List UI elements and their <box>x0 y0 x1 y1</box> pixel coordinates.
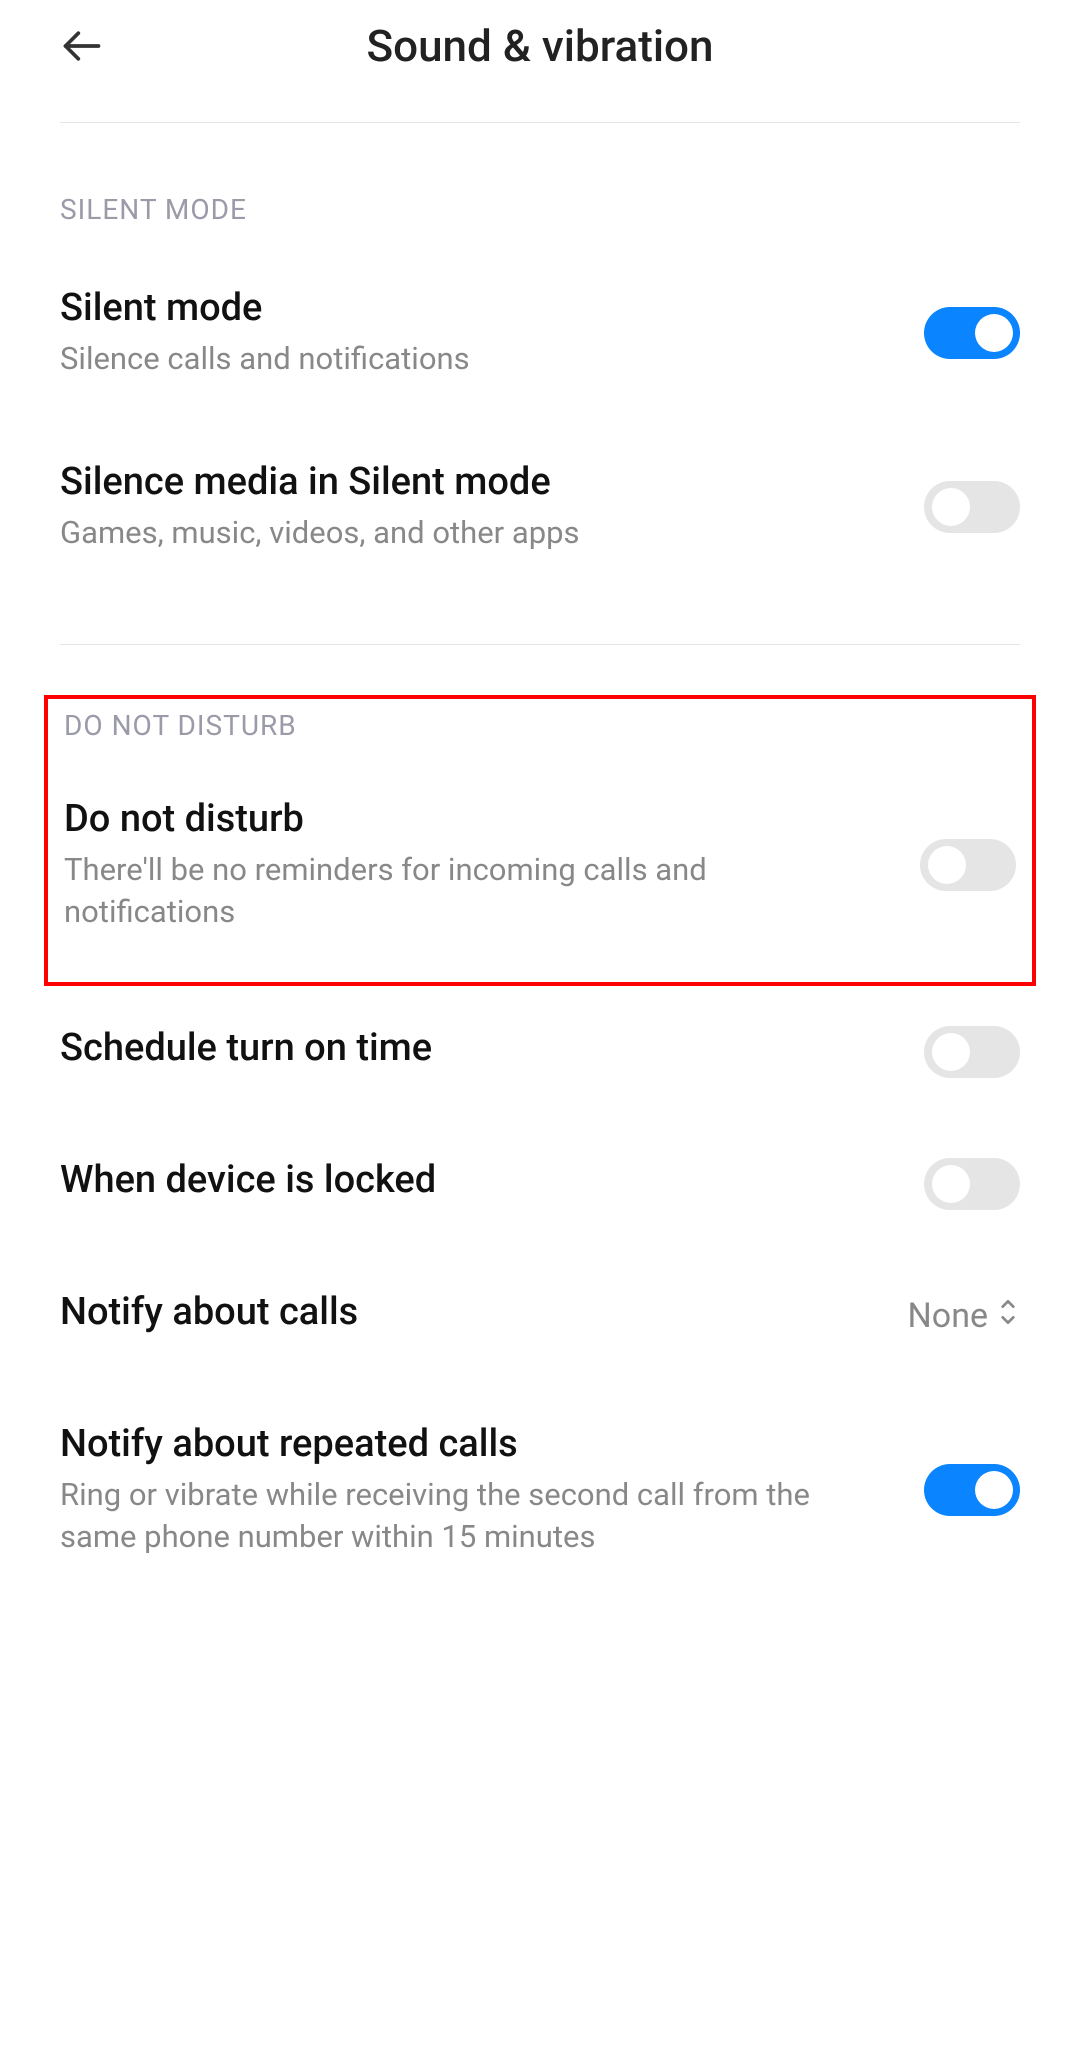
notify-calls-title: Notify about calls <box>60 1290 868 1334</box>
silent-mode-subtitle: Silence calls and notifications <box>60 338 884 380</box>
silence-media-row[interactable]: Silence media in Silent mode Games, musi… <box>0 420 1080 594</box>
page-title: Sound & vibration <box>60 20 1020 72</box>
locked-row[interactable]: When device is locked <box>0 1118 1080 1250</box>
schedule-text: Schedule turn on time <box>60 1026 924 1078</box>
repeated-calls-subtitle: Ring or vibrate while receiving the seco… <box>60 1474 884 1558</box>
do-not-disturb-title: Do not disturb <box>64 797 880 841</box>
arrow-left-icon <box>60 24 104 68</box>
silent-mode-row[interactable]: Silent mode Silence calls and notificati… <box>0 246 1080 420</box>
toggle-knob <box>975 314 1013 352</box>
locked-text: When device is locked <box>60 1158 924 1210</box>
notify-calls-value-container: None <box>908 1296 1020 1337</box>
silence-media-text: Silence media in Silent mode Games, musi… <box>60 460 924 554</box>
silent-mode-toggle[interactable] <box>924 307 1020 359</box>
locked-toggle[interactable] <box>924 1158 1020 1210</box>
silence-media-toggle[interactable] <box>924 481 1020 533</box>
silent-mode-section-header: SILENT MODE <box>0 123 1080 246</box>
silent-mode-text: Silent mode Silence calls and notificati… <box>60 286 924 380</box>
repeated-calls-row[interactable]: Notify about repeated calls Ring or vibr… <box>0 1382 1080 1598</box>
do-not-disturb-text: Do not disturb There'll be no reminders … <box>64 797 920 933</box>
silence-media-title: Silence media in Silent mode <box>60 460 884 504</box>
repeated-calls-title: Notify about repeated calls <box>60 1422 884 1466</box>
schedule-title: Schedule turn on time <box>60 1026 884 1070</box>
header-bar: Sound & vibration <box>0 0 1080 102</box>
repeated-calls-text: Notify about repeated calls Ring or vibr… <box>60 1422 924 1558</box>
notify-calls-text: Notify about calls <box>60 1290 908 1342</box>
toggle-knob <box>975 1471 1013 1509</box>
schedule-toggle[interactable] <box>924 1026 1020 1078</box>
silence-media-subtitle: Games, music, videos, and other apps <box>60 512 884 554</box>
dnd-section-header: DO NOT DISTURB <box>48 699 1032 762</box>
do-not-disturb-subtitle: There'll be no reminders for incoming ca… <box>64 849 880 933</box>
notify-calls-value: None <box>908 1296 988 1336</box>
repeated-calls-toggle[interactable] <box>924 1464 1020 1516</box>
schedule-row[interactable]: Schedule turn on time <box>0 986 1080 1118</box>
dnd-highlight-box: DO NOT DISTURB Do not disturb There'll b… <box>44 695 1036 987</box>
chevron-updown-icon <box>996 1296 1020 1337</box>
notify-calls-row[interactable]: Notify about calls None <box>0 1250 1080 1382</box>
do-not-disturb-toggle[interactable] <box>920 839 1016 891</box>
locked-title: When device is locked <box>60 1158 884 1202</box>
back-button[interactable] <box>60 24 104 68</box>
do-not-disturb-row[interactable]: Do not disturb There'll be no reminders … <box>48 762 1032 983</box>
silent-mode-title: Silent mode <box>60 286 884 330</box>
toggle-knob <box>932 1165 970 1203</box>
toggle-knob <box>932 488 970 526</box>
toggle-knob <box>928 846 966 884</box>
toggle-knob <box>932 1033 970 1071</box>
